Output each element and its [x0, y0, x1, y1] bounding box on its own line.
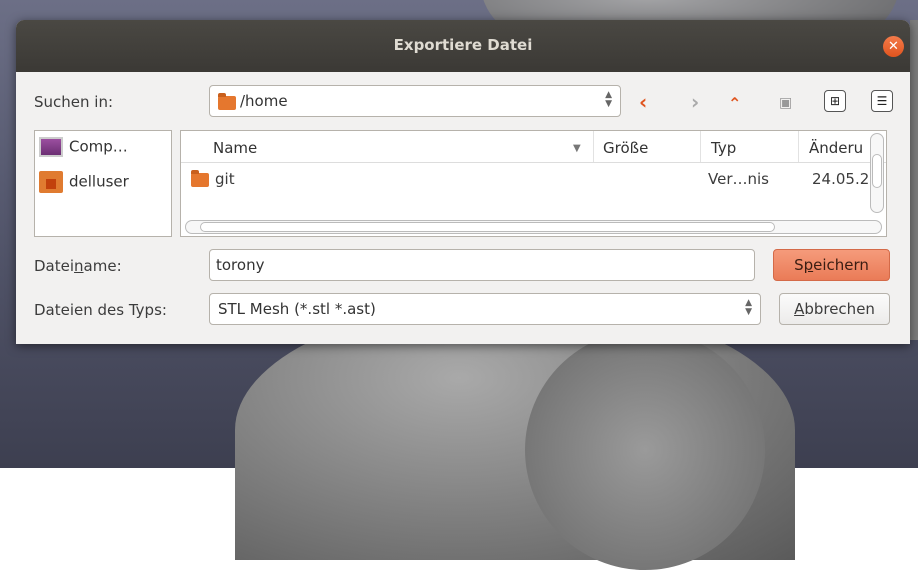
- save-button[interactable]: Speichern: [773, 249, 890, 281]
- filename-label: Dateiname:: [34, 257, 122, 275]
- table-row[interactable]: git Ver…nis 24.05.2: [181, 169, 886, 193]
- dialog-title: Exportiere Datei: [393, 36, 533, 54]
- parent-directory-icon[interactable]: ⌃: [728, 94, 741, 114]
- close-icon[interactable]: ✕: [883, 36, 904, 57]
- file-list: Name ▼ Größe Typ Änderu git Ver…nis 24.0…: [180, 130, 887, 237]
- home-folder-icon: [39, 171, 63, 193]
- file-type-cell: Ver…nis: [708, 170, 769, 188]
- sidebar-item-label: Comp…: [69, 137, 128, 156]
- spinner-arrows-icon: ▲ ▼: [605, 90, 612, 109]
- folder-icon: [218, 93, 236, 110]
- scrollbar-thumb[interactable]: [872, 154, 882, 188]
- column-separator: [798, 131, 799, 162]
- new-folder-icon[interactable]: ▣: [779, 93, 792, 113]
- look-in-label: Suchen in:: [34, 93, 114, 111]
- folder-icon: [191, 170, 209, 187]
- forward-icon[interactable]: ›: [691, 92, 699, 112]
- file-list-header: Name ▼ Größe Typ Änderu: [181, 131, 886, 163]
- column-header-type[interactable]: Typ: [711, 139, 736, 157]
- places-sidebar: Comp… delluser: [34, 130, 172, 237]
- export-file-dialog: Exportiere Datei ✕ Suchen in: /home ▲ ▼ ‹…: [16, 20, 910, 344]
- sidebar-item-computer[interactable]: Comp…: [39, 137, 128, 167]
- cancel-button[interactable]: Abbrechen: [779, 293, 890, 325]
- filename-input[interactable]: torony: [209, 249, 755, 281]
- column-header-size[interactable]: Größe: [603, 139, 648, 157]
- file-name-cell: git: [215, 170, 235, 188]
- column-header-modified[interactable]: Änderu: [809, 139, 863, 157]
- look-in-combobox[interactable]: /home ▲ ▼: [209, 85, 621, 117]
- column-separator: [593, 131, 594, 162]
- spinner-arrows-icon: ▲ ▼: [745, 298, 752, 317]
- filetype-combobox[interactable]: STL Mesh (*.stl *.ast) ▲ ▼: [209, 293, 761, 325]
- scrollbar-thumb[interactable]: [200, 222, 775, 232]
- dialog-titlebar[interactable]: Exportiere Datei ✕: [16, 20, 910, 72]
- filetype-label: Dateien des Typs:: [34, 301, 167, 319]
- horizontal-scrollbar[interactable]: [185, 220, 882, 234]
- look-in-path: /home: [240, 92, 288, 110]
- sidebar-item-home[interactable]: delluser: [39, 171, 129, 201]
- file-modified-cell: 24.05.2: [812, 170, 870, 188]
- filetype-value: STL Mesh (*.stl *.ast): [218, 300, 376, 318]
- icon-view-icon[interactable]: ⊞: [824, 90, 846, 112]
- detail-view-icon[interactable]: ☰: [871, 90, 893, 112]
- column-header-name[interactable]: Name: [213, 139, 257, 157]
- back-icon[interactable]: ‹: [639, 92, 647, 112]
- computer-icon: [39, 137, 63, 157]
- sidebar-item-label: delluser: [69, 172, 129, 191]
- side-panel-edge: [910, 20, 918, 340]
- vertical-scrollbar[interactable]: [870, 133, 884, 213]
- column-separator: [700, 131, 701, 162]
- sort-indicator-icon: ▼: [573, 143, 581, 154]
- filename-value: torony: [216, 256, 265, 274]
